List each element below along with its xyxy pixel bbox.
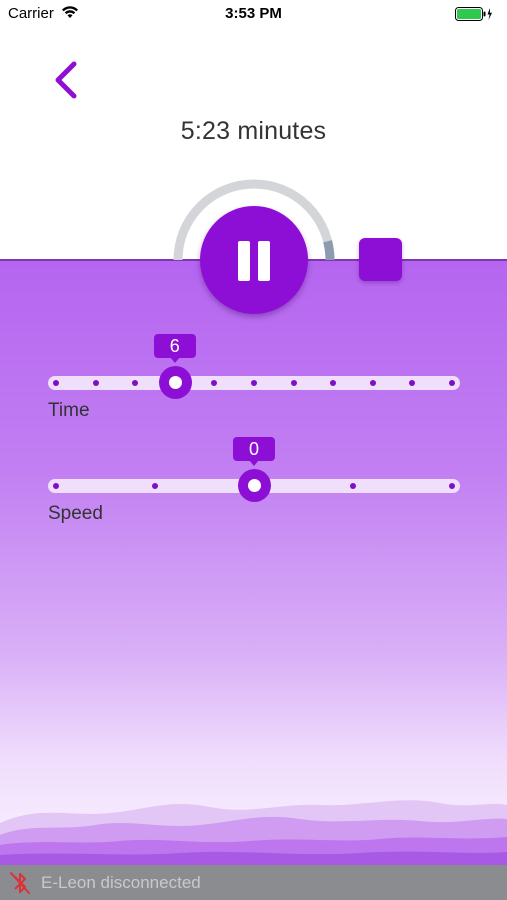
- time-slider[interactable]: 6 Time: [48, 334, 460, 424]
- time-value-bubble: 6: [153, 334, 196, 363]
- speed-label: Speed: [48, 503, 103, 524]
- connection-status-bar: E-Leon disconnected: [0, 865, 507, 900]
- clock: 3:53 PM: [225, 5, 282, 22]
- slider-tick: [92, 380, 99, 386]
- slider-tick: [53, 380, 59, 386]
- connection-status-text: E-Leon disconnected: [41, 873, 201, 892]
- stop-button[interactable]: [359, 238, 402, 281]
- speed-value-bubble: 0: [233, 437, 275, 466]
- bluetooth-disabled-icon: [8, 869, 32, 900]
- slider-tick: [449, 483, 455, 489]
- slider-tick: [152, 483, 158, 489]
- battery-icon: [455, 7, 493, 25]
- time-label: Time: [48, 400, 90, 421]
- back-button[interactable]: [48, 58, 88, 102]
- slider-tick: [369, 380, 376, 386]
- slider-tick: [251, 380, 257, 386]
- time-slider-thumb[interactable]: [158, 366, 192, 399]
- speed-slider-thumb[interactable]: [238, 469, 271, 502]
- slider-tick: [449, 380, 455, 386]
- mountains-decoration: [0, 800, 507, 865]
- status-bar: Carrier 3:53 PM: [0, 0, 507, 28]
- chevron-left-icon: [55, 61, 77, 99]
- pause-button[interactable]: [200, 206, 308, 314]
- slider-tick: [290, 380, 297, 386]
- speed-slider[interactable]: 0 Speed: [48, 437, 460, 527]
- slider-tick: [53, 483, 59, 489]
- slider-tick: [350, 483, 356, 489]
- timer-remaining: 5:23 minutes: [180, 117, 327, 145]
